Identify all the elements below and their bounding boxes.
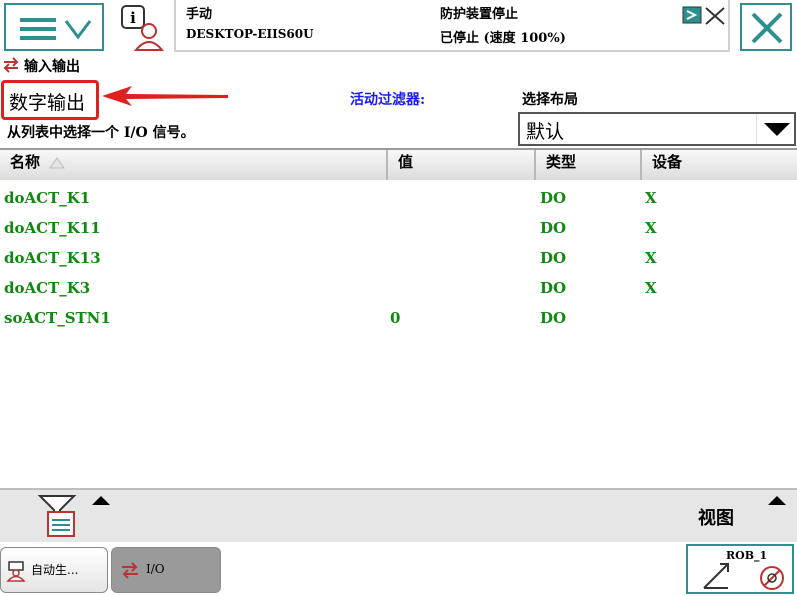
page-title: 数字输出: [9, 92, 86, 114]
sort-ascending-icon: [49, 157, 66, 169]
signal-name: doACT_K13: [4, 249, 101, 267]
table-row[interactable]: doACT_K11 DO X: [0, 213, 797, 243]
table-row[interactable]: doACT_K13 DO X: [0, 243, 797, 273]
column-header-value-label: 值: [398, 153, 414, 171]
signal-type: DO: [540, 219, 567, 237]
device-name: DESKTOP-EIIS60U: [186, 27, 314, 41]
bottom-toolbar: 视图: [0, 488, 797, 542]
svg-text:i: i: [130, 9, 136, 27]
column-header-value[interactable]: 值: [388, 150, 536, 180]
close-icon: [751, 12, 783, 44]
chevron-down-icon: [64, 20, 92, 40]
column-header-name[interactable]: 名称: [0, 150, 388, 180]
active-filter-label: 活动过滤器:: [350, 92, 426, 108]
status-panel: 手动 DESKTOP-EIIS60U 防护装置停止 已停止 (速度 100%): [174, 0, 730, 52]
tool-disabled-icon: [760, 566, 784, 590]
table-row[interactable]: doACT_K1 DO X: [0, 183, 797, 213]
mode-status: 手动: [186, 7, 213, 22]
signal-value: 0: [390, 309, 401, 327]
close-button[interactable]: [740, 3, 792, 51]
instruction-text: 从列表中选择一个 I/O 信号。: [7, 125, 195, 141]
task-io[interactable]: I/O: [111, 547, 221, 593]
layout-select[interactable]: 默认: [518, 112, 796, 146]
signal-type: DO: [540, 189, 567, 207]
filter-button[interactable]: [30, 492, 120, 540]
signal-device: X: [645, 219, 657, 237]
jog-axes-icon: [703, 563, 729, 589]
signal-name: doACT_K3: [4, 279, 91, 297]
layout-select-value: 默认: [526, 121, 565, 143]
column-header-device[interactable]: 设备: [642, 150, 797, 180]
signal-name: soACT_STN1: [4, 309, 111, 327]
task-auto-label: 自动生...: [31, 563, 79, 577]
status-indicator-icon: [682, 6, 725, 25]
signal-name: doACT_K11: [4, 219, 101, 237]
signal-type: DO: [540, 249, 567, 267]
quickset-robot-button[interactable]: ROB_1: [686, 544, 794, 594]
column-header-name-label: 名称: [10, 153, 41, 171]
column-header-type-label: 类型: [546, 153, 577, 171]
annotation-arrow-icon: [102, 86, 228, 106]
column-header-device-label: 设备: [652, 153, 683, 171]
run-status: 已停止 (速度 100%): [440, 31, 566, 46]
layout-select-divider: [756, 114, 757, 144]
table-row[interactable]: doACT_K3 DO X: [0, 273, 797, 303]
signal-device: X: [645, 189, 657, 207]
guard-status: 防护装置停止: [440, 7, 519, 22]
task-auto-generate[interactable]: 自动生...: [0, 547, 108, 593]
view-button[interactable]: 视图: [692, 492, 794, 540]
signal-device: X: [645, 249, 657, 267]
operator-info-icon[interactable]: i: [118, 4, 168, 52]
table-row[interactable]: soACT_STN1 0 DO: [0, 303, 797, 333]
layout-label: 选择布局: [522, 92, 578, 108]
signal-type: DO: [540, 309, 567, 327]
expand-up-icon: [768, 496, 786, 505]
filter-icon: [38, 495, 77, 537]
chevron-down-icon: [764, 123, 790, 136]
view-button-label: 视图: [698, 508, 734, 529]
auto-program-icon: [6, 561, 26, 582]
signal-device: X: [645, 279, 657, 297]
io-exchange-icon: [3, 57, 19, 73]
io-exchange-icon: [122, 562, 138, 579]
signal-name: doACT_K1: [4, 189, 91, 207]
table-header: 名称 值 类型 设备: [0, 150, 797, 180]
robot-unit-label: ROB_1: [726, 549, 768, 562]
task-io-label: I/O: [146, 562, 165, 576]
abb-menu-button[interactable]: [4, 3, 104, 51]
breadcrumb-label: 输入输出: [24, 59, 80, 75]
column-header-type[interactable]: 类型: [536, 150, 642, 180]
menu-icon: [20, 18, 56, 40]
signal-type: DO: [540, 279, 567, 297]
expand-up-icon: [92, 496, 110, 505]
signal-table: 名称 值 类型 设备 doACT_K1 DO X doACT_K11 DO X …: [0, 148, 797, 490]
